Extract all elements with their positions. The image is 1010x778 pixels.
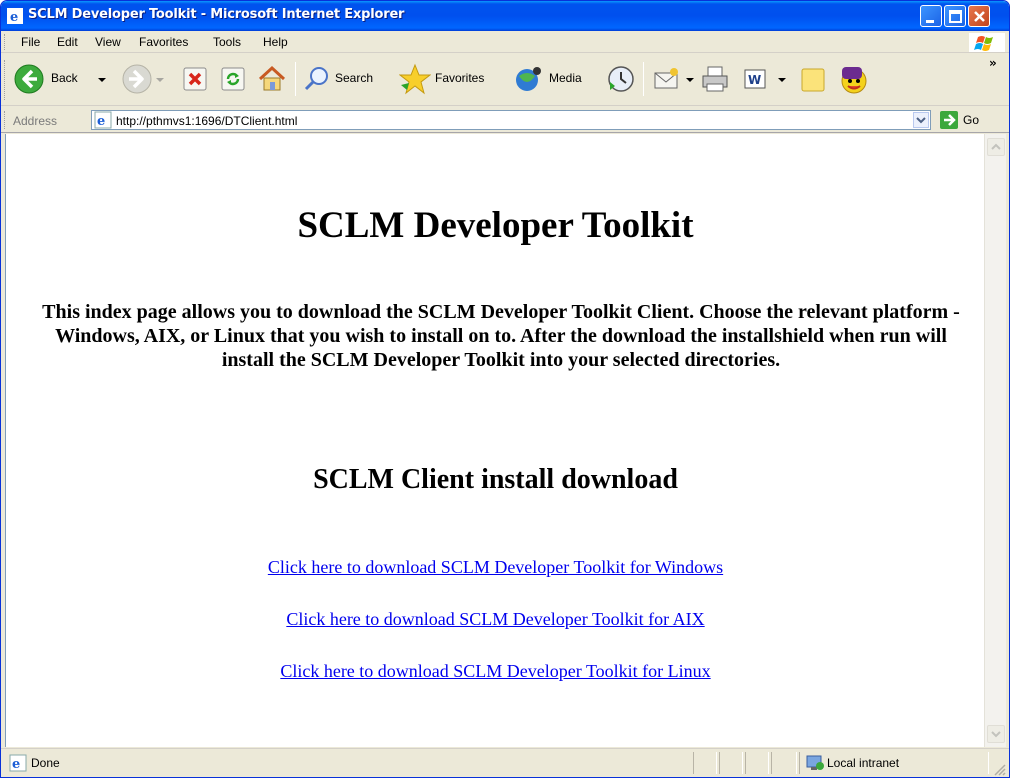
- media-button[interactable]: Media: [511, 63, 599, 95]
- favorites-label: Favorites: [435, 71, 485, 85]
- download-aix-link[interactable]: Click here to download SCLM Developer To…: [6, 608, 984, 630]
- forward-button[interactable]: [119, 63, 164, 95]
- menu-tools[interactable]: Tools: [213, 35, 241, 49]
- stop-button[interactable]: [179, 63, 211, 95]
- close-button[interactable]: [968, 5, 990, 27]
- back-arrow-icon: [14, 64, 44, 94]
- address-input[interactable]: e http://pthmvs1:1696/DTClient.html: [91, 110, 931, 130]
- home-icon: [258, 65, 286, 91]
- home-button[interactable]: [255, 63, 289, 95]
- maximize-button[interactable]: [944, 5, 966, 27]
- media-label: Media: [549, 71, 582, 85]
- toolbar-grip: [4, 60, 7, 100]
- messenger-button[interactable]: [837, 63, 877, 95]
- history-button[interactable]: [605, 63, 637, 95]
- svg-text:e: e: [12, 757, 20, 772]
- svg-text:W: W: [748, 73, 761, 87]
- refresh-button[interactable]: [217, 63, 249, 95]
- history-icon: [608, 66, 634, 92]
- page-title: SCLM Developer Toolkit: [297, 205, 694, 246]
- menu-grip: [4, 34, 7, 50]
- discuss-button[interactable]: [797, 63, 831, 95]
- chevron-down-icon: [916, 117, 926, 124]
- download-windows-link[interactable]: Click here to download SCLM Developer To…: [6, 556, 984, 578]
- menu-bar: File Edit View Favorites Tools Help: [1, 31, 1009, 53]
- scroll-up-button[interactable]: [987, 138, 1005, 156]
- printer-icon: [702, 66, 728, 92]
- forward-dropdown-icon: [156, 78, 164, 82]
- minimize-button[interactable]: [920, 5, 942, 27]
- forward-arrow-icon: [122, 64, 152, 94]
- svg-text:e: e: [10, 10, 18, 24]
- toolbar-separator: [643, 62, 644, 96]
- mail-icon: [654, 68, 678, 89]
- back-dropdown-icon: [98, 78, 106, 82]
- svg-text:e: e: [97, 114, 105, 129]
- search-icon: [304, 67, 328, 91]
- intro-paragraph: This index page allows you to download t…: [42, 301, 960, 371]
- menu-help[interactable]: Help: [263, 35, 288, 49]
- vertical-scrollbar[interactable]: [984, 134, 1006, 747]
- status-cell: [693, 752, 717, 774]
- back-label: Back: [51, 71, 78, 85]
- page-done-icon: e: [9, 754, 27, 772]
- scroll-down-button[interactable]: [987, 725, 1005, 743]
- page-icon: e: [94, 111, 112, 129]
- browser-window: e SCLM Developer Toolkit - Microsoft Int…: [0, 0, 1010, 778]
- media-icon: [516, 67, 541, 91]
- status-cell: [745, 752, 769, 774]
- back-button[interactable]: Back: [11, 63, 111, 95]
- page-content: SCLM Developer Toolkit This index page a…: [5, 134, 984, 747]
- search-button[interactable]: Search: [301, 63, 393, 95]
- address-dropdown-button[interactable]: [913, 112, 929, 128]
- menu-edit[interactable]: Edit: [57, 35, 78, 49]
- edit-with-word-button[interactable]: W: [739, 63, 789, 95]
- menu-file[interactable]: File: [21, 35, 40, 49]
- status-cell: [771, 752, 797, 774]
- windows-flag-icon: [969, 33, 1005, 52]
- word-icon: W: [744, 69, 766, 89]
- menu-favorites[interactable]: Favorites: [139, 35, 188, 49]
- go-label: Go: [963, 113, 980, 127]
- go-button[interactable]: Go: [937, 110, 997, 130]
- resize-grip-icon[interactable]: [993, 763, 1007, 777]
- local-intranet-icon: [806, 755, 824, 770]
- favorites-button[interactable]: Favorites: [397, 63, 507, 95]
- chevron-up-icon: [991, 143, 1001, 150]
- go-arrow-icon: [940, 111, 958, 129]
- security-zone-label: Local intranet: [827, 756, 900, 770]
- stop-icon: [183, 67, 207, 91]
- print-button[interactable]: [699, 63, 733, 95]
- edit-dropdown-icon: [778, 78, 786, 82]
- mail-button[interactable]: [651, 63, 695, 95]
- address-grip: [4, 111, 7, 129]
- download-linux-link[interactable]: Click here to download SCLM Developer To…: [6, 660, 984, 682]
- refresh-icon: [221, 67, 245, 91]
- messenger-icon: [841, 67, 867, 94]
- window-title: SCLM Developer Toolkit - Microsoft Inter…: [28, 7, 405, 22]
- download-section-title: SCLM Client install download: [313, 464, 678, 495]
- status-bar: e Done Local intranet: [1, 748, 1009, 777]
- mail-dropdown-icon: [686, 78, 694, 82]
- status-text: Done: [31, 756, 60, 770]
- toolbar-separator: [295, 62, 296, 96]
- chevron-down-icon: [991, 731, 1001, 738]
- address-label: Address: [13, 114, 58, 128]
- note-icon: [801, 68, 825, 92]
- standard-toolbar: Back Search Favorites Media W »: [1, 54, 1009, 106]
- menu-view[interactable]: View: [95, 35, 121, 49]
- address-bar: Address e http://pthmvs1:1696/DTClient.h…: [1, 107, 1009, 133]
- ie-icon: e: [7, 8, 23, 25]
- favorites-star-icon: [399, 63, 431, 95]
- address-url: http://pthmvs1:1696/DTClient.html: [116, 114, 298, 128]
- title-bar[interactable]: e SCLM Developer Toolkit - Microsoft Int…: [1, 1, 1009, 31]
- search-label: Search: [335, 71, 374, 85]
- status-cell: [719, 752, 743, 774]
- toolbar-chevron-icon[interactable]: »: [989, 56, 997, 70]
